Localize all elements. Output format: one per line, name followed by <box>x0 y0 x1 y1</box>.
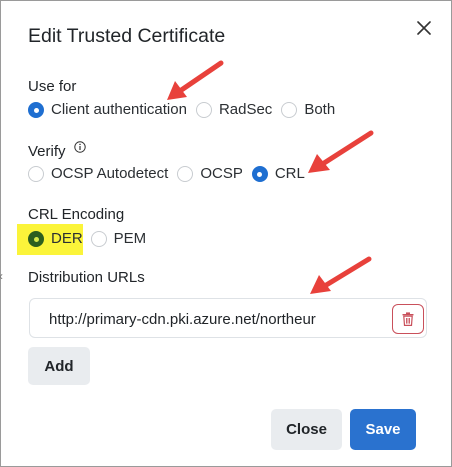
radio-indicator[interactable] <box>90 231 107 247</box>
info-icon[interactable] <box>73 141 86 153</box>
radio-indicator[interactable] <box>281 102 298 118</box>
distribution-urls-label: Distribution URLs <box>28 269 145 286</box>
radio-pem[interactable]: PEM <box>90 229 147 249</box>
radio-label: Both <box>304 101 336 118</box>
radio-both[interactable]: Both <box>281 100 335 120</box>
annotation-arrow <box>310 256 372 294</box>
save-button[interactable]: Save <box>350 409 416 450</box>
radio-ocsp-autodetect[interactable]: OCSP Autodetect <box>28 164 168 184</box>
radio-indicator[interactable] <box>28 166 44 182</box>
close-button[interactable]: Close <box>271 409 342 450</box>
radio-indicator-checked[interactable] <box>28 102 44 118</box>
radio-indicator[interactable] <box>177 166 194 182</box>
radio-label: CRL <box>274 165 305 182</box>
annotation-arrow <box>167 60 224 100</box>
delete-url-button[interactable] <box>392 304 424 334</box>
crl-encoding-label: CRL Encoding <box>28 206 125 223</box>
radio-indicator-checked[interactable] <box>251 166 268 182</box>
radio-ocsp[interactable]: OCSP <box>177 164 243 184</box>
radio-label: OCSP Autodetect <box>51 165 169 182</box>
radio-label: PEM <box>113 230 147 247</box>
radio-der[interactable]: DER <box>28 229 83 249</box>
use-for-label: Use for <box>28 78 77 95</box>
close-dialog-button[interactable] <box>411 15 437 41</box>
verify-label-row: Verify <box>28 141 86 162</box>
verify-label: Verify <box>28 143 66 160</box>
add-url-button[interactable]: Add <box>28 347 90 385</box>
verify-radio-group: OCSP Autodetect OCSP CRL <box>28 164 314 184</box>
radio-crl[interactable]: CRL <box>251 164 305 184</box>
radio-label: DER <box>51 230 83 247</box>
distribution-url-row <box>29 298 427 338</box>
annotation-arrow <box>308 130 374 173</box>
radio-indicator-checked[interactable] <box>28 231 44 247</box>
radio-label: OCSP <box>200 165 243 182</box>
trash-icon <box>402 312 414 326</box>
background-edge-glyph: ‹ <box>0 269 5 283</box>
close-icon <box>417 21 431 35</box>
edit-trusted-certificate-dialog: ‹ Edit Trusted Certificate Use for Clien… <box>0 0 452 467</box>
distribution-url-input[interactable] <box>49 308 369 330</box>
crl-encoding-radio-group: DER PEM <box>28 229 155 249</box>
dialog-title: Edit Trusted Certificate <box>28 25 226 47</box>
